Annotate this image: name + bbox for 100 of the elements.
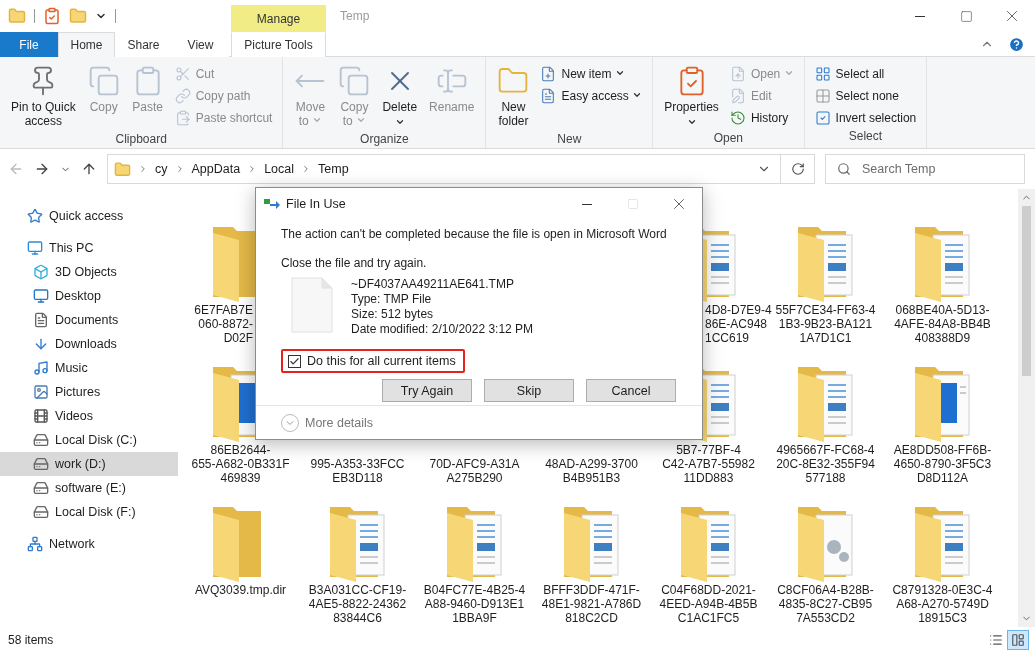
large-icons-view-button[interactable] [1007,630,1029,650]
ribbon-tab[interactable]: File [0,32,58,57]
nav-label: Downloads [55,337,117,351]
ribbon-button[interactable]: New item [536,63,647,85]
folder-icon[interactable] [69,7,87,25]
back-button[interactable] [8,161,24,177]
file-name[interactable]: AVQ3039.tmp.dir [194,583,287,597]
caret-icon [783,68,794,78]
maximize-icon [627,198,639,210]
document-icon [33,312,49,328]
ribbon-button[interactable]: Invert selection [810,107,921,129]
forward-button[interactable] [34,161,50,177]
file-name[interactable]: 6E7FAB7E 060-8872- D02F [194,303,253,345]
nav-label: Music [55,361,88,375]
copy-icon [338,65,371,97]
ribbon-button[interactable]: Select none [810,85,921,107]
file-name[interactable]: BFFF3DDF-471F- 48E1-9821-A786D 818C2CD [541,583,642,625]
drive-icon [33,480,49,496]
minimize-icon [582,203,592,205]
file-name[interactable]: 995-A353-33FCC EB3D118 [310,457,405,485]
ribbon-tab[interactable]: Home [58,32,115,57]
file-name[interactable]: 86EB2644- 655-A682-0B331F 469839 [191,443,290,485]
checkbox-label[interactable]: Do this for all current items [307,354,456,368]
checkbox[interactable] [288,354,301,368]
breadcrumb[interactable]: AppData [191,162,241,176]
nav-item[interactable]: Network [0,532,178,556]
nav-label: Pictures [55,385,101,399]
nav-label: Videos [55,409,93,423]
scrollbar[interactable] [1018,189,1035,627]
group-label: New [556,132,583,148]
nav-item[interactable]: Pictures [0,380,178,404]
dialog-message: The action can't be completed because the file is open in Microsoft Word [281,226,668,242]
grid-icon [814,66,831,82]
file-name[interactable]: B3A031CC-CF19- 4AE5-8822-24362 83844C6 [308,583,407,625]
file-name[interactable]: 48AD-A299-3700 B4B951B3 [545,457,638,485]
ribbon-button[interactable]: Delete [377,61,423,131]
caret-icon [632,90,643,100]
drive-icon [33,432,49,448]
nav-item[interactable]: 3D Objects [0,260,178,284]
clipboard-check-icon[interactable] [43,7,61,25]
search-field[interactable]: Search Temp [825,154,1025,184]
cube-icon [33,264,49,280]
file-pen-icon [729,88,746,104]
file-name[interactable]: 4D8-D7E9-4 86E-AC948 1CC619 [705,303,772,345]
ribbon-button[interactable]: Pin to Quick access [6,61,81,132]
context-tab[interactable]: Manage [231,5,326,32]
file-name[interactable]: 4965667F-FC68-4 20C-8E32-355F94 577188 [776,443,875,485]
caret-icon [686,117,697,127]
ribbon-button[interactable]: History [725,107,798,129]
file-date: Date modified: 2/10/2022 3:12 PM [351,322,534,337]
more-details-button[interactable]: More details [281,413,374,432]
dialog-button[interactable]: Skip [484,379,574,402]
nav-item[interactable]: Local Disk (F:) [0,500,178,524]
dialog-button[interactable]: Cancel [586,379,676,402]
file-name[interactable]: C8791328-0E3C-4 A68-A270-5749D 18915C3 [892,583,993,625]
file-plus-icon [540,66,557,82]
file-name[interactable]: AE8DD508-FF6B- 4650-8790-3F5C3 D8D112A [893,443,992,485]
file-name[interactable]: 068BE40A-5D13- 4AFE-84A8-BB4B 408388D9 [894,303,991,345]
file-size: Size: 512 bytes [351,307,435,322]
maximize-icon [959,9,973,23]
breadcrumb[interactable]: cy [155,162,168,176]
nav-item[interactable]: Desktop [0,284,178,308]
group-label: Select [847,129,884,145]
nav-label: Local Disk (F:) [55,505,136,519]
ribbon-tab[interactable]: Picture Tools [231,32,326,57]
nav-item[interactable]: software (E:) [0,476,178,500]
ribbon-button[interactable]: New folder [492,61,535,132]
nav-item[interactable]: Music [0,356,178,380]
breadcrumb[interactable]: Temp [318,162,349,176]
dialog-title: File In Use [286,196,346,213]
file-name[interactable]: 70D-AFC9-A31A A275B290 [429,457,520,485]
nav-item[interactable]: Quick access [0,204,178,228]
ribbon-button[interactable]: Properties [659,61,724,131]
nav-item[interactable]: Local Disk (C:) [0,428,178,452]
ribbon-button[interactable]: Select all [810,63,921,85]
scissors-icon [174,66,191,82]
help-icon[interactable] [1008,35,1025,53]
file-name[interactable]: C04F68DD-2021- 4EED-A94B-4B5B C1AC1FC5 [659,583,758,625]
breadcrumb[interactable]: Local [264,162,295,176]
folder-icon[interactable] [8,7,26,25]
dialog-button[interactable]: Try Again [382,379,472,402]
nav-item[interactable]: Videos [0,404,178,428]
scroll-thumb[interactable] [1022,206,1031,376]
film-icon [33,408,49,424]
address-bar[interactable]: cy AppData Local Temp [107,154,815,184]
window-title: Temp [340,8,370,25]
nav-item[interactable]: Documents [0,308,178,332]
file-name[interactable]: 5B7-77BF-4 C42-A7B7-55982 11DD883 [662,443,755,485]
up-button[interactable] [81,161,97,177]
file-name[interactable]: 55F7CE34-FF63-4 1B3-9B23-BA121 1A7D1C1 [775,303,876,345]
file-name[interactable]: B04FC77E-4B25-4 A88-9460-D913E1 1BBA9F [423,583,526,625]
nav-item[interactable]: Downloads [0,332,178,356]
nav-item[interactable]: This PC [0,236,178,260]
nav-label: Documents [55,313,119,327]
nav-label: 3D Objects [55,265,117,279]
nav-item[interactable]: work (D:) [0,452,178,476]
monitor-icon [27,240,43,256]
dialog-instruction: Close the file and try again. [281,255,428,271]
ribbon-button[interactable]: Easy access [536,85,647,107]
file-name[interactable]: C8CF06A4-B28B- 4835-8C27-CB95 7A553CD2 [777,583,874,625]
